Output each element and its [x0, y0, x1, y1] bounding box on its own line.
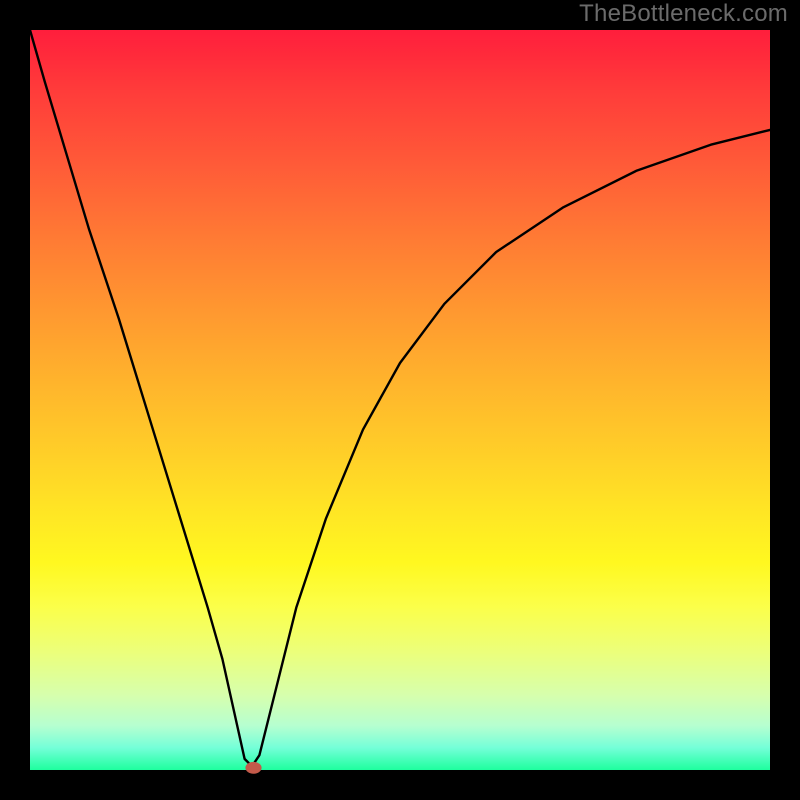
chart-frame: TheBottleneck.com — [0, 0, 800, 800]
attribution-label: TheBottleneck.com — [579, 0, 788, 28]
minimum-marker — [245, 762, 261, 774]
plot-area — [30, 30, 770, 770]
plot-svg — [30, 30, 770, 770]
bottleneck-curve — [30, 30, 770, 766]
